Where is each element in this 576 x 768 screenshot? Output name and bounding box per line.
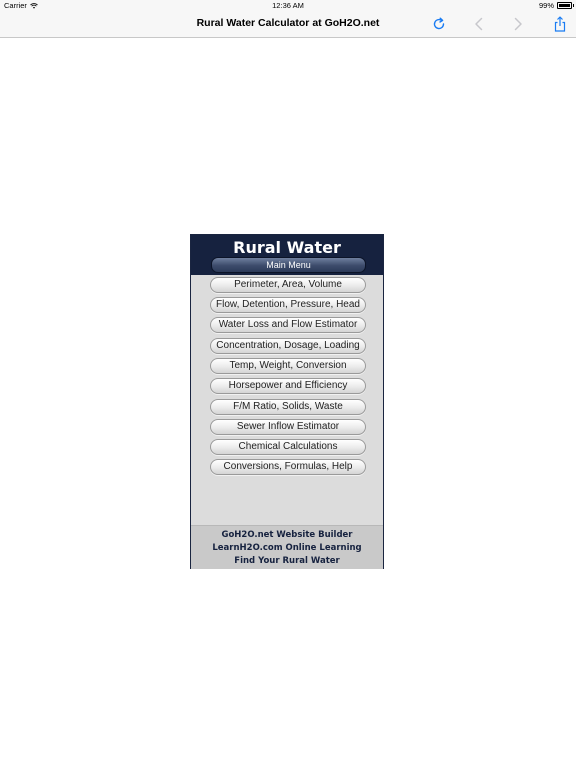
browser-page: Carrier 12:36 AM 99% Rural Water Calcula… xyxy=(0,0,576,768)
page-title: Rural Water Calculator at GoH2O.net xyxy=(196,17,380,29)
calculator-panel: Rural Water Calculator Main Menu Perimet… xyxy=(190,234,384,569)
menu-concentration-dosage-loading[interactable]: Concentration, Dosage, Loading xyxy=(210,338,366,354)
menu-perimeter-area-volume[interactable]: Perimeter, Area, Volume xyxy=(210,277,366,293)
reload-icon[interactable] xyxy=(431,16,447,32)
footer-link-website-builder[interactable]: GoH2O.net Website Builder xyxy=(191,530,383,540)
battery-percent: 99% xyxy=(538,1,554,10)
menu-flow-detention-pressure-head[interactable]: Flow, Detention, Pressure, Head xyxy=(210,297,366,313)
status-bar: Carrier 12:36 AM 99% xyxy=(0,0,576,12)
chevron-right-icon[interactable] xyxy=(510,16,526,32)
menu-chemical-calculations[interactable]: Chemical Calculations xyxy=(210,439,366,455)
footer-link-find-rural-water[interactable]: Find Your Rural Water xyxy=(191,556,383,566)
menu-sewer-inflow-estimator[interactable]: Sewer Inflow Estimator xyxy=(210,419,366,435)
menu-water-loss-flow-estimator[interactable]: Water Loss and Flow Estimator xyxy=(210,317,366,333)
menu-conversions-formulas-help[interactable]: Conversions, Formulas, Help xyxy=(210,459,366,475)
chevron-left-icon[interactable] xyxy=(471,16,487,32)
share-icon[interactable] xyxy=(552,16,568,32)
menu-temp-weight-conversion[interactable]: Temp, Weight, Conversion xyxy=(210,358,366,374)
status-time: 12:36 AM xyxy=(272,1,304,10)
menu-fm-ratio-solids-waste[interactable]: F/M Ratio, Solids, Waste xyxy=(210,399,366,415)
status-right: 99% xyxy=(538,1,574,10)
battery-icon xyxy=(557,2,574,9)
calculator-header: Rural Water Calculator Main Menu xyxy=(191,235,383,276)
navigation-bar: Rural Water Calculator at GoH2O.net xyxy=(0,12,576,38)
main-menu-bar[interactable]: Main Menu xyxy=(211,257,366,273)
menu-horsepower-efficiency[interactable]: Horsepower and Efficiency xyxy=(210,378,366,394)
footer-link-online-learning[interactable]: LearnH2O.com Online Learning xyxy=(191,543,383,553)
calculator-footer: GoH2O.net Website Builder LearnH2O.com O… xyxy=(191,525,383,569)
